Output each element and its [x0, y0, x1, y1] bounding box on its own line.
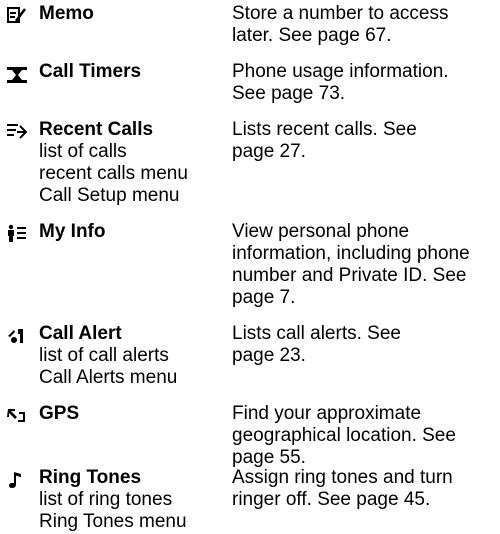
- ring-tones-icon: [6, 470, 28, 490]
- menu-item-title: My Info: [39, 221, 106, 242]
- call-alert-icon: [6, 326, 28, 346]
- description-line: Lists call alerts. See: [232, 323, 401, 344]
- menu-item-location: Call Setup menu: [39, 185, 180, 206]
- description-line: geographical location. See: [232, 425, 456, 446]
- menu-item-table: Memo Store a number to access later. See…: [0, 0, 500, 534]
- menu-item-location: Ring Tones menu: [39, 511, 187, 532]
- menu-item-name: GPS: [39, 403, 224, 425]
- menu-item-name: Recent Calls list of calls recent calls …: [39, 119, 224, 207]
- menu-item-description: Store a number to access later. See page…: [232, 3, 497, 47]
- menu-item-description: Lists recent calls. See page 27.: [232, 119, 497, 163]
- menu-item-description: Find your approximate geographical locat…: [232, 403, 497, 469]
- memo-icon: [6, 6, 28, 26]
- menu-item-name: Call Alert list of call alerts Call Aler…: [39, 323, 224, 389]
- menu-item-title: Recent Calls: [39, 119, 154, 140]
- call-timers-icon: [6, 64, 28, 84]
- menu-item-location: Call Alerts menu: [39, 367, 178, 388]
- description-line: Find your approximate: [232, 403, 422, 424]
- description-line: Assign ring tones and turn: [232, 467, 453, 488]
- description-line: View personal phone: [232, 221, 410, 242]
- description-line: information, including phone: [232, 243, 470, 264]
- description-line: Phone usage information.: [232, 61, 449, 82]
- menu-item-location: list of call alerts: [39, 345, 169, 366]
- description-line: Lists recent calls. See: [232, 119, 417, 140]
- gps-icon: [6, 406, 28, 426]
- menu-item-title: Call Alert: [39, 323, 122, 344]
- description-line: ringer off. See page 45.: [232, 489, 431, 510]
- description-line: number and Private ID. See: [232, 265, 467, 286]
- menu-item-name: Ring Tones list of ring tones Ring Tones…: [39, 467, 224, 533]
- menu-item-title: Ring Tones: [39, 467, 142, 488]
- menu-item-name: Memo: [39, 3, 224, 25]
- description-line: Store a number to access: [232, 3, 449, 24]
- menu-item-title: Call Timers: [39, 61, 142, 82]
- recent-calls-icon: [6, 122, 28, 142]
- description-line: page 23.: [232, 345, 306, 366]
- description-line: later. See page 67.: [232, 25, 392, 46]
- menu-item-title: GPS: [39, 403, 80, 424]
- menu-item-description: View personal phone information, includi…: [232, 221, 497, 309]
- description-line: page 27.: [232, 141, 306, 162]
- menu-item-title: Memo: [39, 3, 94, 24]
- menu-item-name: My Info: [39, 221, 224, 243]
- menu-item-location: list of ring tones: [39, 489, 173, 510]
- description-line: page 7.: [232, 287, 296, 308]
- my-info-icon: [6, 224, 28, 244]
- menu-item-name: Call Timers: [39, 61, 224, 83]
- description-line: See page 73.: [232, 83, 346, 104]
- description-line: page 55.: [232, 447, 306, 468]
- menu-item-description: Assign ring tones and turn ringer off. S…: [232, 467, 497, 511]
- menu-item-location: recent calls menu: [39, 163, 188, 184]
- menu-item-description: Phone usage information. See page 73.: [232, 61, 497, 105]
- menu-item-location: list of calls: [39, 141, 127, 162]
- menu-item-description: Lists call alerts. See page 23.: [232, 323, 497, 367]
